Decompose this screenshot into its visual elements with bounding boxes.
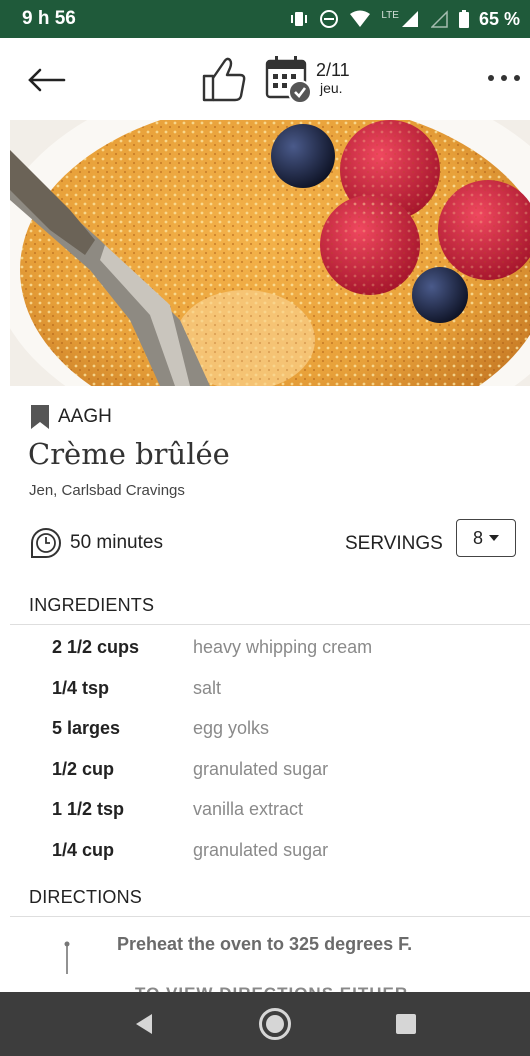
ingredient-name: egg yolks bbox=[193, 717, 270, 738]
recipe-photo bbox=[10, 120, 530, 386]
ingredient-qty: 1/2 cup bbox=[52, 758, 115, 779]
back-arrow-icon[interactable] bbox=[26, 64, 66, 96]
clock-icon bbox=[31, 528, 61, 558]
network-type: LTE bbox=[381, 9, 399, 21]
ingredients-heading: INGREDIENTS bbox=[29, 595, 155, 615]
vibrate-icon bbox=[291, 12, 308, 26]
recipe-title: Crème brûlée bbox=[28, 437, 230, 471]
ingredient-name: salt bbox=[193, 677, 222, 698]
ingredient-name: granulated sugar bbox=[193, 839, 329, 860]
ingredient-qty: 2 1/2 cups bbox=[52, 636, 140, 657]
ingredient-row: 5 larges egg yolks bbox=[0, 708, 530, 748]
ingredient-qty: 1/4 tsp bbox=[52, 677, 110, 698]
ingredient-row: 1/4 cup granulated sugar bbox=[0, 830, 530, 870]
calendar-check-icon[interactable] bbox=[264, 54, 312, 104]
signal-icon bbox=[401, 11, 418, 27]
signal-2-icon bbox=[430, 10, 448, 28]
nav-recents-icon[interactable] bbox=[396, 1014, 416, 1034]
ingredient-row: 1 1/2 tsp vanilla extract bbox=[0, 789, 530, 829]
divider bbox=[10, 624, 530, 625]
ingredient-row: 1/4 tsp salt bbox=[0, 668, 530, 708]
direction-step: Preheat the oven to 325 degrees F. bbox=[0, 930, 530, 980]
status-icons: LTE 65 % bbox=[289, 9, 520, 30]
step-marker-icon bbox=[64, 941, 70, 974]
cook-time-value: 50 minutes bbox=[70, 532, 163, 553]
battery-level: 65 % bbox=[478, 8, 520, 29]
bookmark-icon bbox=[31, 405, 49, 429]
servings-label: SERVINGS bbox=[345, 533, 443, 554]
nav-back-icon[interactable] bbox=[132, 1012, 156, 1036]
dnd-icon bbox=[320, 10, 339, 28]
status-time: 9 h 56 bbox=[22, 8, 76, 29]
servings-value: 8 bbox=[472, 527, 483, 548]
ingredient-qty: 1 1/2 tsp bbox=[52, 798, 125, 819]
collection-label: AAGH bbox=[58, 406, 112, 427]
ingredient-row: 1/2 cup granulated sugar bbox=[0, 749, 530, 789]
divider bbox=[10, 916, 530, 917]
ingredient-qty: 5 larges bbox=[52, 717, 121, 738]
more-options-icon[interactable] bbox=[484, 68, 524, 88]
collection-tag[interactable]: AAGH bbox=[30, 405, 112, 429]
status-bar: 9 h 56 LTE 65 % bbox=[0, 0, 530, 38]
ingredient-name: granulated sugar bbox=[193, 758, 329, 779]
ingredient-name: vanilla extract bbox=[193, 798, 304, 819]
wifi-icon bbox=[350, 10, 371, 27]
ingredient-name: heavy whipping cream bbox=[193, 636, 373, 657]
app-bar: 2/11 jeu. bbox=[0, 38, 530, 120]
cook-time: 50 minutes bbox=[28, 527, 163, 559]
directions-heading: DIRECTIONS bbox=[29, 887, 143, 907]
battery-icon bbox=[458, 10, 469, 28]
system-nav-bar bbox=[0, 992, 530, 1056]
recipe-author[interactable]: Jen, Carlsbad Cravings bbox=[29, 482, 185, 499]
servings-dropdown[interactable]: 8 bbox=[456, 519, 516, 557]
ingredient-row: 2 1/2 cups heavy whipping cream bbox=[0, 627, 530, 667]
nav-home-icon[interactable] bbox=[258, 1007, 292, 1041]
direction-text: Preheat the oven to 325 degrees F. bbox=[117, 934, 413, 954]
dropdown-caret-icon bbox=[489, 535, 499, 541]
planned-weekday: jeu. bbox=[320, 80, 343, 96]
thumbs-up-icon[interactable] bbox=[200, 54, 248, 104]
ingredient-qty: 1/4 cup bbox=[52, 839, 115, 860]
planned-date: 2/11 bbox=[316, 60, 350, 80]
